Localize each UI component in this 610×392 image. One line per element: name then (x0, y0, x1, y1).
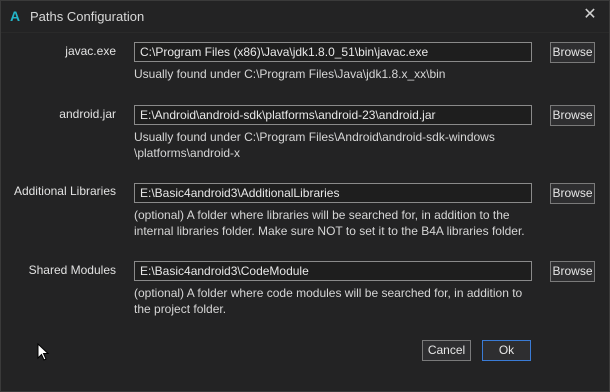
shared-modules-label: Shared Modules (28, 263, 116, 277)
android-jar-browse-button[interactable]: Browse (550, 105, 595, 126)
close-icon[interactable]: ✕ (581, 6, 599, 24)
android-jar-label: android.jar (59, 107, 116, 121)
shared-modules-path-field[interactable]: E:\Basic4android3\CodeModule (134, 261, 532, 281)
dialog-title: Paths Configuration (30, 9, 145, 24)
javac-browse-button[interactable]: Browse (550, 42, 595, 63)
cancel-button[interactable]: Cancel (422, 340, 471, 361)
javac-label: javac.exe (65, 44, 116, 58)
additional-libraries-label: Additional Libraries (13, 184, 116, 198)
shared-modules-hint-line1: (optional) A folder where code modules w… (134, 286, 523, 300)
android-jar-hint-line2: \platforms\android-x (134, 146, 241, 160)
additional-libraries-hint-line2: internal libraries folder. Make sure NOT… (134, 224, 525, 238)
additional-libraries-path-field[interactable]: E:\Basic4android3\AdditionalLibraries (134, 183, 532, 203)
shared-modules-browse-button[interactable]: Browse (550, 261, 595, 282)
ok-button[interactable]: Ok (482, 340, 531, 361)
additional-libraries-hint-line1: (optional) A folder where libraries will… (134, 208, 510, 222)
android-jar-path-field[interactable]: E:\Android\android-sdk\platforms\android… (134, 105, 532, 125)
b4a-app-icon: A (10, 8, 21, 24)
javac-hint: Usually found under C:\Program Files\Jav… (134, 67, 446, 81)
mouse-cursor-icon (37, 343, 49, 361)
additional-libraries-browse-button[interactable]: Browse (550, 183, 595, 204)
title-bar: A Paths Configuration ✕ (1, 1, 609, 33)
shared-modules-hint-line2: the project folder. (134, 302, 227, 316)
android-jar-hint-line1: Usually found under C:\Program Files\And… (134, 130, 495, 144)
paths-configuration-dialog: A Paths Configuration ✕ javac.exe C:\Pro… (0, 0, 610, 392)
javac-path-field[interactable]: C:\Program Files (x86)\Java\jdk1.8.0_51\… (134, 42, 532, 62)
